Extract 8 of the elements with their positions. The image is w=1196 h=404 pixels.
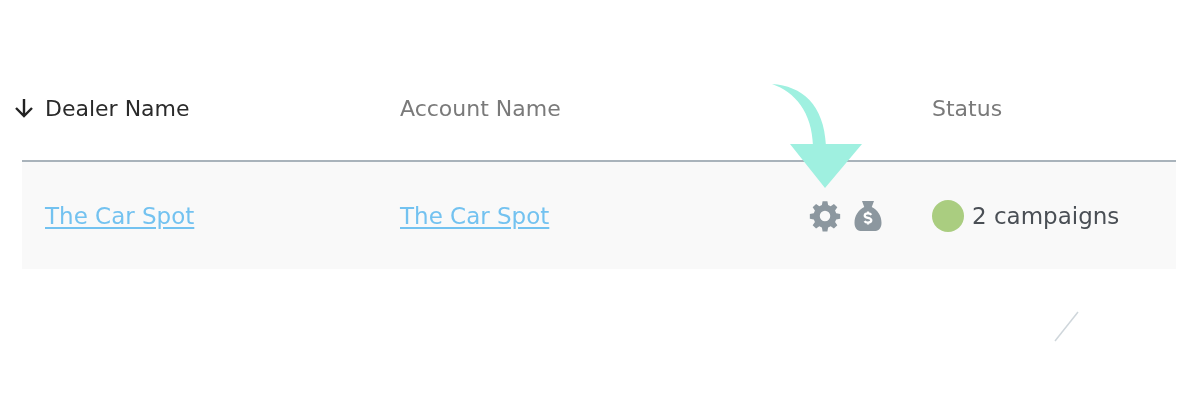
- resize-handle-icon[interactable]: [1053, 310, 1081, 344]
- curved-arrow-icon: [770, 82, 862, 190]
- sort-down-arrow-icon[interactable]: [12, 96, 36, 120]
- settings-icon[interactable]: [808, 198, 842, 233]
- column-header[interactable]: Account Name: [400, 95, 561, 121]
- column-header[interactable]: Status: [932, 95, 1003, 121]
- status-text: 2 campaigns: [972, 202, 1120, 229]
- column-header[interactable]: Dealer Name: [45, 95, 190, 121]
